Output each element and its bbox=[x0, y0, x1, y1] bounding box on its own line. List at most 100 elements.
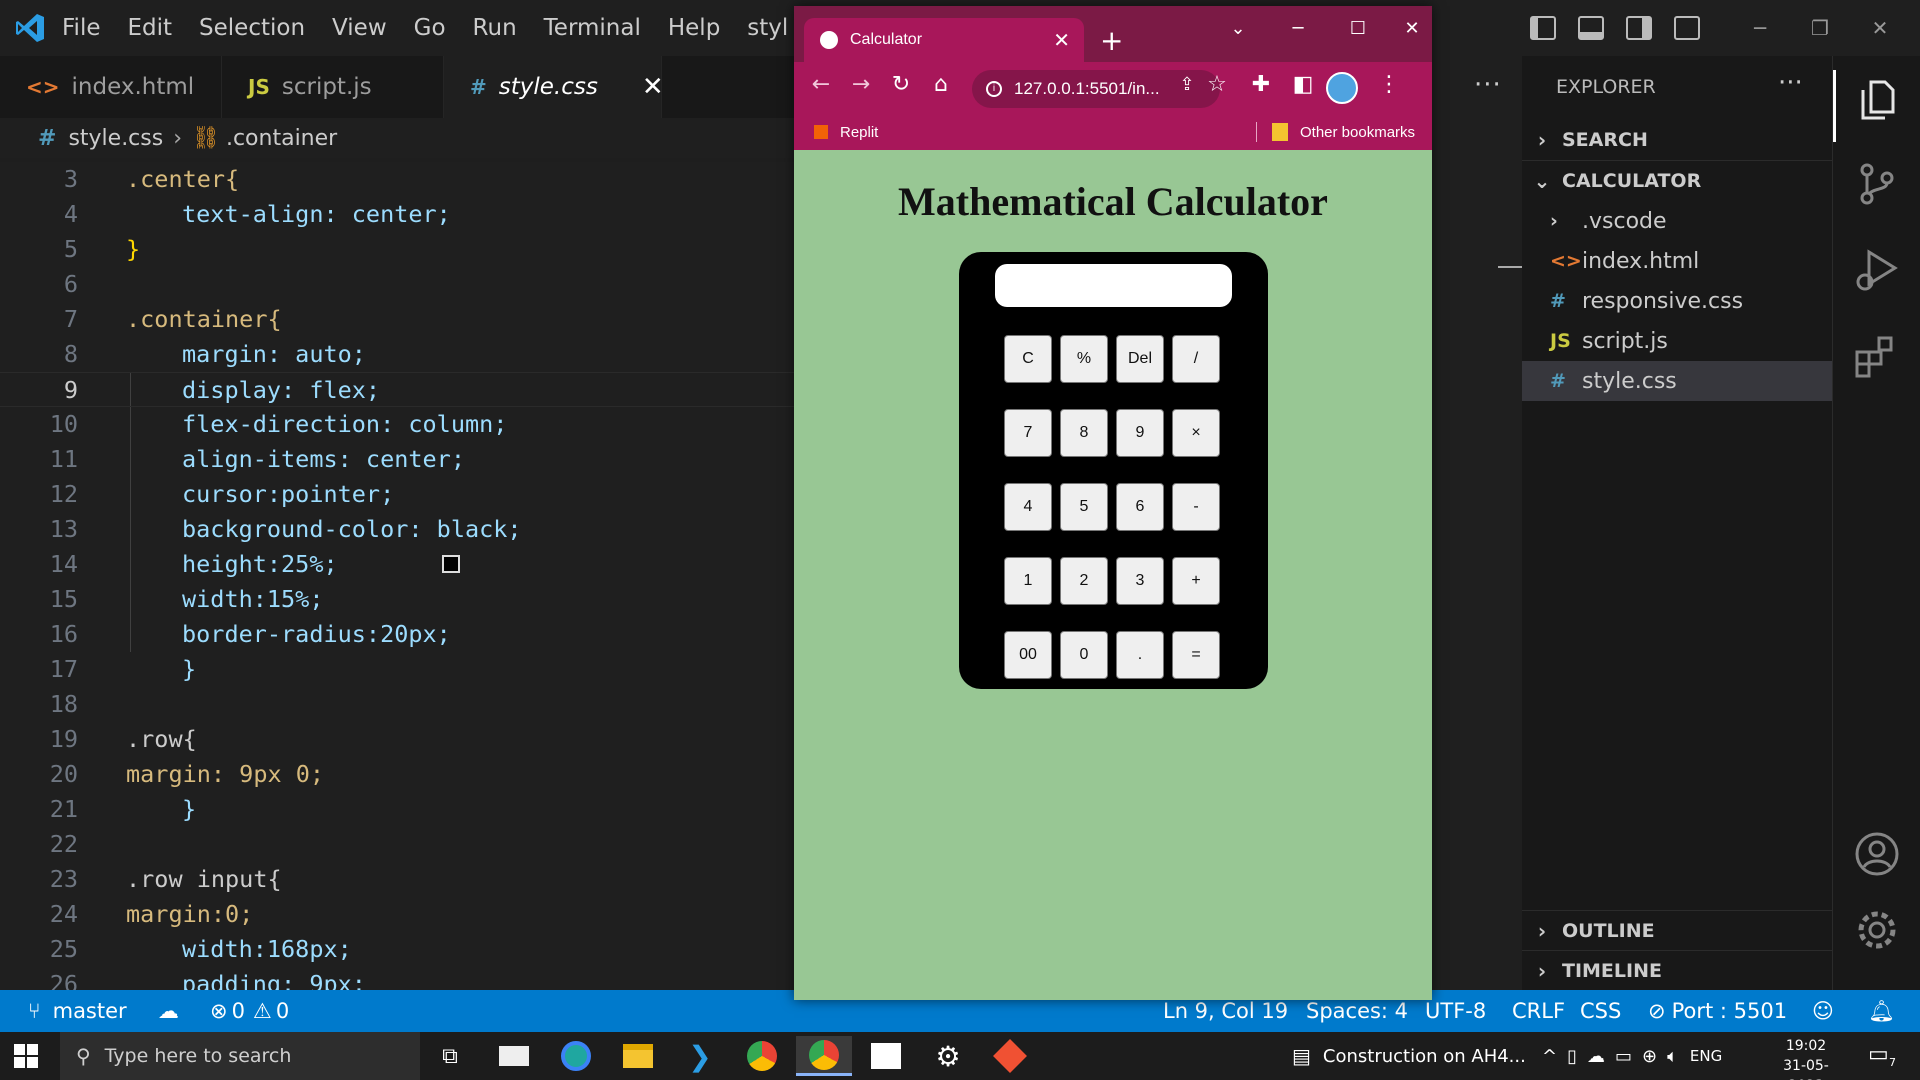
minimize-icon[interactable]: ─ bbox=[1278, 18, 1318, 39]
menu-edit[interactable]: Edit bbox=[128, 15, 173, 41]
key-0[interactable]: 0 bbox=[1060, 631, 1108, 679]
chrome-menu-icon[interactable]: ⋮ bbox=[1374, 72, 1404, 97]
reload-icon[interactable]: ↻ bbox=[886, 72, 916, 97]
explorer-item-vscode[interactable]: › .vscode bbox=[1522, 201, 1832, 241]
feedback-icon[interactable]: ☺ bbox=[1812, 990, 1834, 1032]
toggle-panel-icon[interactable] bbox=[1578, 16, 1604, 40]
key-divide[interactable]: / bbox=[1172, 335, 1220, 383]
bookmark-replit[interactable]: Replit bbox=[814, 114, 878, 150]
language-mode[interactable]: CSS bbox=[1580, 990, 1621, 1032]
branch-indicator[interactable]: ⑂ master bbox=[28, 990, 127, 1032]
photos-icon[interactable] bbox=[858, 1036, 914, 1076]
sync-icon[interactable]: ☁ bbox=[158, 990, 179, 1032]
home-icon[interactable]: ⌂ bbox=[926, 72, 956, 97]
bookmark-star-icon[interactable]: ☆ bbox=[1202, 72, 1232, 97]
notifications-bell-icon[interactable]: 🔔︎ bbox=[1868, 990, 1895, 1032]
mail-icon[interactable] bbox=[486, 1036, 542, 1076]
settings-icon[interactable]: ⚙ bbox=[920, 1036, 976, 1076]
vscode-taskbar-icon[interactable]: ❯ bbox=[672, 1036, 728, 1076]
git-gui-icon[interactable] bbox=[982, 1036, 1038, 1076]
device-icon[interactable]: ▯ bbox=[1567, 1046, 1577, 1067]
clock[interactable]: 19:02 31-05-2023 bbox=[1768, 1036, 1844, 1080]
toggle-secondary-sidebar-icon[interactable] bbox=[1626, 16, 1652, 40]
close-tab-icon[interactable]: ✕ bbox=[1053, 28, 1070, 53]
tab-search-icon[interactable]: ⌄ bbox=[1218, 18, 1258, 39]
customize-layout-icon[interactable] bbox=[1674, 16, 1700, 40]
toggle-primary-sidebar-icon[interactable] bbox=[1530, 16, 1556, 40]
menu-file[interactable]: File bbox=[62, 15, 101, 41]
key-5[interactable]: 5 bbox=[1060, 483, 1108, 531]
menu-go[interactable]: Go bbox=[414, 15, 446, 41]
bookmark-other[interactable]: Other bookmarks bbox=[1272, 114, 1415, 150]
battery-icon[interactable]: ▭ bbox=[1615, 1046, 1632, 1067]
side-panel-icon[interactable]: ◧ bbox=[1288, 72, 1318, 97]
new-tab-button[interactable]: + bbox=[1100, 24, 1123, 57]
problems-indicator[interactable]: ⊗ 0 ⚠ 0 bbox=[210, 990, 289, 1032]
key-add[interactable]: + bbox=[1172, 557, 1220, 605]
tab-style-css[interactable]: # style.css ✕ bbox=[444, 56, 664, 118]
tab-index-html[interactable]: <> index.html bbox=[0, 56, 222, 118]
breadcrumb-file[interactable]: style.css bbox=[68, 126, 163, 151]
notification-center-icon[interactable]: ▭ 7 bbox=[1868, 1042, 1908, 1072]
input-language[interactable]: ENG bbox=[1690, 1047, 1722, 1065]
key-multiply[interactable]: × bbox=[1172, 409, 1220, 457]
calculator-display[interactable] bbox=[995, 264, 1232, 307]
minimap-slider[interactable] bbox=[1498, 266, 1522, 268]
key-decimal[interactable]: . bbox=[1116, 631, 1164, 679]
explorer-item-index-html[interactable]: <> index.html bbox=[1522, 241, 1832, 281]
account-icon[interactable] bbox=[1853, 830, 1901, 878]
color-swatch-icon[interactable] bbox=[442, 555, 460, 573]
extensions-puzzle-icon[interactable]: ✚ bbox=[1246, 72, 1276, 97]
explorer-item-script-js[interactable]: JS script.js bbox=[1522, 321, 1832, 361]
network-icon[interactable]: ⊕ bbox=[1642, 1046, 1657, 1067]
onedrive-icon[interactable]: ☁ bbox=[1587, 1046, 1605, 1067]
files-icon[interactable] bbox=[1853, 76, 1901, 124]
chrome-icon[interactable] bbox=[734, 1036, 790, 1076]
menu-help[interactable]: Help bbox=[668, 15, 720, 41]
close-window-icon[interactable]: ✕ bbox=[1850, 16, 1910, 40]
key-9[interactable]: 9 bbox=[1116, 409, 1164, 457]
line-ending[interactable]: CRLF bbox=[1512, 990, 1565, 1032]
news-widget[interactable]: ▤ Construction on AH4... bbox=[1292, 1032, 1526, 1080]
code-editor[interactable]: 3 .center{ 4 text-align: center; 5} 6 7 .co… bbox=[0, 162, 800, 990]
forward-icon[interactable]: → bbox=[846, 72, 876, 97]
menu-run[interactable]: Run bbox=[473, 15, 517, 41]
windows-start-icon[interactable] bbox=[14, 1044, 38, 1068]
key-delete[interactable]: Del bbox=[1116, 335, 1164, 383]
key-7[interactable]: 7 bbox=[1004, 409, 1052, 457]
close-tab-icon[interactable]: ✕ bbox=[642, 72, 664, 102]
edge-icon[interactable] bbox=[548, 1036, 604, 1076]
menu-terminal[interactable]: Terminal bbox=[544, 15, 641, 41]
close-window-icon[interactable]: ✕ bbox=[1392, 18, 1432, 39]
more-actions-icon[interactable]: ··· bbox=[1474, 70, 1502, 100]
section-calculator[interactable]: ⌄ CALCULATOR bbox=[1522, 160, 1832, 200]
menu-selection[interactable]: Selection bbox=[199, 15, 305, 41]
browser-tab[interactable]: Calculator ✕ bbox=[804, 18, 1084, 62]
file-explorer-icon[interactable] bbox=[610, 1036, 666, 1076]
more-actions-icon[interactable]: ··· bbox=[1778, 68, 1803, 98]
section-search[interactable]: › SEARCH bbox=[1522, 120, 1832, 160]
live-server-port[interactable]: ⊘ Port : 5501 bbox=[1648, 990, 1787, 1032]
volume-icon[interactable]: 🔈︎ bbox=[1667, 1046, 1678, 1067]
extensions-icon[interactable] bbox=[1853, 332, 1901, 380]
menu-view[interactable]: View bbox=[332, 15, 387, 41]
restore-icon[interactable]: ❐ bbox=[1790, 16, 1850, 40]
site-info-icon[interactable]: i bbox=[986, 81, 1002, 97]
section-outline[interactable]: › OUTLINE bbox=[1522, 910, 1832, 950]
taskbar-search[interactable]: ⚲ Type here to search bbox=[60, 1032, 420, 1080]
key-clear[interactable]: C bbox=[1004, 335, 1052, 383]
breadcrumb-symbol[interactable]: .container bbox=[226, 126, 337, 151]
chrome-profile-icon[interactable] bbox=[796, 1036, 852, 1076]
task-view-icon[interactable]: ⧉ bbox=[422, 1036, 478, 1076]
key-1[interactable]: 1 bbox=[1004, 557, 1052, 605]
maximize-icon[interactable]: ☐ bbox=[1338, 18, 1378, 39]
key-4[interactable]: 4 bbox=[1004, 483, 1052, 531]
profile-avatar[interactable] bbox=[1326, 72, 1358, 104]
explorer-item-responsive-css[interactable]: # responsive.css bbox=[1522, 281, 1832, 321]
share-icon[interactable]: ⇪ bbox=[1172, 74, 1202, 95]
key-percent[interactable]: % bbox=[1060, 335, 1108, 383]
key-8[interactable]: 8 bbox=[1060, 409, 1108, 457]
key-double-zero[interactable]: 00 bbox=[1004, 631, 1052, 679]
back-icon[interactable]: ← bbox=[806, 72, 836, 97]
key-6[interactable]: 6 bbox=[1116, 483, 1164, 531]
